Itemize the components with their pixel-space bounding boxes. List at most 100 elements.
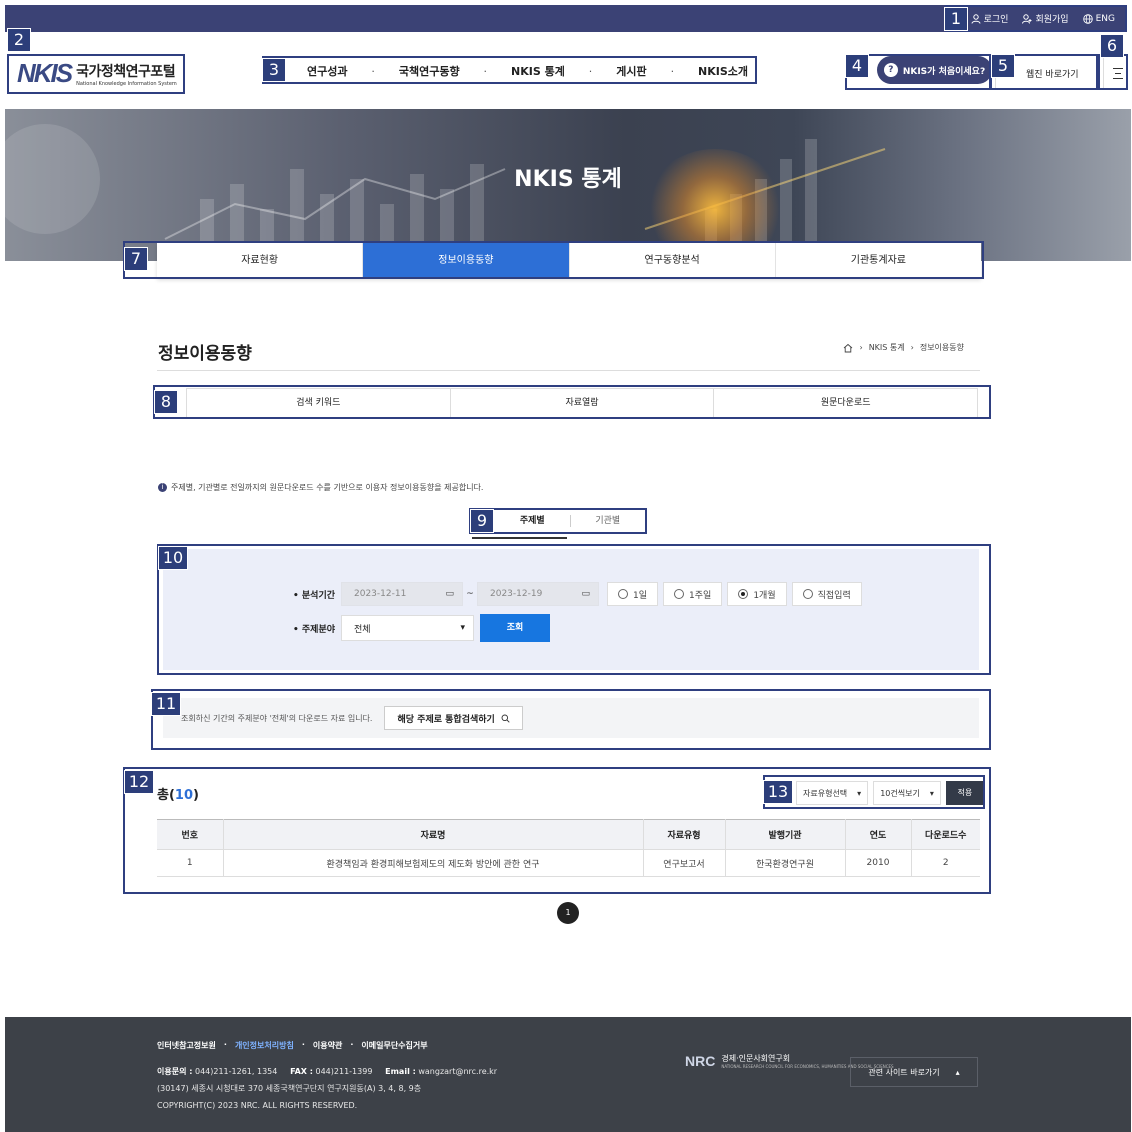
- range-custom-radio[interactable]: 직접입력: [791, 582, 862, 606]
- breadcrumb-item[interactable]: NKIS 통계: [869, 342, 905, 353]
- logo-title-en: National Knowledge Information System: [76, 80, 177, 87]
- col-downloads: 다운로드수: [911, 819, 980, 850]
- footer-contact-line: 이용문의 : 044)211-1261, 1354 FAX : 044)211-…: [157, 1063, 497, 1080]
- nav-item-statistics[interactable]: NKIS 통계: [511, 63, 565, 79]
- result-filters: 자료유형선택 ▾ 10건씩보기 ▾ 적용: [796, 781, 984, 805]
- apply-button[interactable]: 적용: [945, 781, 984, 805]
- material-type-select[interactable]: 자료유형선택 ▾: [796, 781, 869, 805]
- hamburger-menu-button[interactable]: [1103, 56, 1131, 90]
- hero-title: NKIS 통계: [514, 167, 622, 192]
- cell-downloads: 2: [911, 849, 980, 877]
- related-sites-select[interactable]: 관련 사이트 바로가기 ▴: [850, 1057, 978, 1087]
- footer-link-email-refusal[interactable]: 이메일무단수집거부: [361, 1040, 427, 1051]
- footer-separator: ·: [223, 1040, 227, 1049]
- page-size-select[interactable]: 10건씩보기 ▾: [873, 781, 941, 805]
- nav-item-trends[interactable]: 국책연구동향: [399, 63, 460, 79]
- hero-banner: NKIS 통계: [5, 109, 1131, 261]
- calendar-icon: ▭: [445, 589, 454, 599]
- breadcrumb-item: 정보이용동향: [919, 343, 964, 352]
- info-icon: i: [158, 483, 167, 492]
- radio-label: 직접입력: [817, 590, 851, 601]
- nav-item-board[interactable]: 게시판: [616, 63, 646, 79]
- field-row: • 주제분야 전체 ▾ 조회: [293, 614, 550, 642]
- range-1month-radio[interactable]: 1개월: [727, 582, 787, 606]
- site-header: NKIS 국가정책연구포털 National Knowledge Informa…: [5, 32, 1127, 104]
- breadcrumb: › NKIS 통계 › 정보이용동향: [843, 342, 964, 353]
- footer-copyright: COPYRIGHT(C) 2023 NRC. ALL RIGHTS RESERV…: [157, 1101, 358, 1110]
- col-title: 자료명: [223, 819, 644, 850]
- subject-field-select[interactable]: 전체 ▾: [341, 615, 474, 641]
- page-title: 정보이용동향: [158, 344, 252, 364]
- caret-down-icon: ▾: [929, 788, 934, 798]
- radio-circle-checked: [738, 589, 749, 599]
- radio-label: 1주일: [689, 590, 712, 601]
- radio-label: 1개월: [753, 590, 776, 601]
- subtab-institution-stats[interactable]: 기관통계자료: [776, 243, 981, 278]
- footer-link-reference[interactable]: 인터넷참고정보원: [157, 1040, 216, 1051]
- annotation-marker: 1: [944, 7, 968, 31]
- first-visit-label: NKIS가 처음이세요?: [902, 66, 986, 77]
- search-icon: [501, 714, 510, 723]
- pagination-current-page[interactable]: 1: [557, 902, 579, 924]
- subtab-status[interactable]: 자료현황: [157, 243, 364, 278]
- footer-link-privacy[interactable]: 개인정보처리방침: [235, 1040, 294, 1051]
- annotation-marker: 10: [158, 546, 188, 570]
- footer-links: 인터넷참고정보원 · 개인정보처리방침 · 이용약관 · 이메일무단수집거부: [157, 1040, 428, 1051]
- language-link[interactable]: ENG: [1082, 13, 1115, 24]
- cell-year: 2010: [845, 849, 912, 877]
- total-count: 10: [174, 788, 193, 803]
- total-suffix: ): [193, 788, 199, 803]
- date-range-tilde: ~: [466, 589, 474, 599]
- globe-icon: [1082, 13, 1093, 24]
- footer-link-terms[interactable]: 이용약관: [313, 1040, 342, 1051]
- subtab-usage-trends[interactable]: 정보이용동향: [363, 243, 570, 278]
- view-toggle: 주제별 기관별: [495, 510, 645, 532]
- nav-item-research[interactable]: 연구성과: [307, 63, 347, 79]
- info-notice-text: 주제별, 기관별로 전일까지의 원문다운로드 수를 기반으로 이용자 정보이용동…: [171, 483, 484, 492]
- contact-label: 이용문의 :: [157, 1067, 193, 1076]
- nav-separator: ·: [371, 64, 375, 78]
- login-link[interactable]: 로그인: [971, 12, 1009, 25]
- login-label: 로그인: [983, 15, 1009, 25]
- toggle-by-institution[interactable]: 기관별: [571, 510, 646, 532]
- range-1week-radio[interactable]: 1주일: [663, 582, 723, 606]
- fax-label: FAX :: [290, 1067, 313, 1076]
- subtab-research-analysis[interactable]: 연구동향분석: [570, 243, 776, 278]
- search-button[interactable]: 조회: [480, 614, 550, 642]
- end-date-input[interactable]: 2023-12-19 ▭: [477, 582, 599, 606]
- title-divider: [157, 370, 980, 371]
- annotation-marker: 4: [845, 54, 869, 78]
- first-visit-button[interactable]: ? NKIS가 처음이세요?: [877, 56, 992, 84]
- col-publisher: 발행기관: [725, 819, 846, 850]
- info-notice: i 주제별, 기관별로 전일까지의 원문다운로드 수를 기반으로 이용자 정보이…: [158, 482, 483, 493]
- result-total: 총(10): [157, 784, 199, 803]
- result-info-bar: 조회하신 기간의 주제분야 '전체'의 다운로드 자료 입니다. 해당 주제로 …: [163, 698, 979, 738]
- tab-original-download[interactable]: 원문다운로드: [714, 389, 977, 417]
- tab-material-view[interactable]: 자료열람: [451, 389, 715, 417]
- radio-label: 1일: [633, 590, 648, 601]
- tab-search-keyword[interactable]: 검색 키워드: [187, 389, 451, 417]
- start-date-input[interactable]: 2023-12-11 ▭: [341, 582, 463, 606]
- period-row: • 분석기간 2023-12-11 ▭ ~ 2023-12-19 ▭ 1일 1주…: [293, 582, 862, 606]
- signup-label: 회원가입: [1035, 15, 1069, 25]
- statistics-subtabs: 자료현황 정보이용동향 연구동향분석 기관통계자료: [157, 243, 981, 278]
- material-type-value: 자료유형선택: [803, 788, 848, 798]
- toggle-by-subject[interactable]: 주제별: [495, 510, 570, 532]
- home-icon[interactable]: [843, 343, 853, 353]
- integrated-search-button[interactable]: 해당 주제로 통합검색하기: [384, 706, 523, 730]
- cell-title[interactable]: 환경책임과 환경피해보험제도의 제도화 방안에 관한 연구: [223, 849, 644, 877]
- footer-separator: ·: [301, 1040, 305, 1049]
- related-sites-label: 관련 사이트 바로가기: [868, 1067, 940, 1077]
- contact-value: 044)211-1261, 1354: [194, 1067, 278, 1076]
- radio-circle: [618, 589, 628, 599]
- breadcrumb-separator: ›: [859, 343, 863, 352]
- nav-separator: ·: [670, 64, 675, 78]
- fax-value: 044)211-1399: [315, 1067, 373, 1076]
- site-logo[interactable]: NKIS 국가정책연구포털 National Knowledge Informa…: [17, 58, 177, 89]
- radio-circle: [674, 589, 685, 599]
- signup-link[interactable]: 회원가입: [1022, 12, 1069, 25]
- nav-item-about[interactable]: NKIS소개: [698, 63, 748, 79]
- table-header-row: 번호 자료명 자료유형 발행기관 연도 다운로드수: [157, 819, 980, 850]
- annotation-marker: 11: [151, 692, 181, 716]
- range-1day-radio[interactable]: 1일: [607, 582, 659, 606]
